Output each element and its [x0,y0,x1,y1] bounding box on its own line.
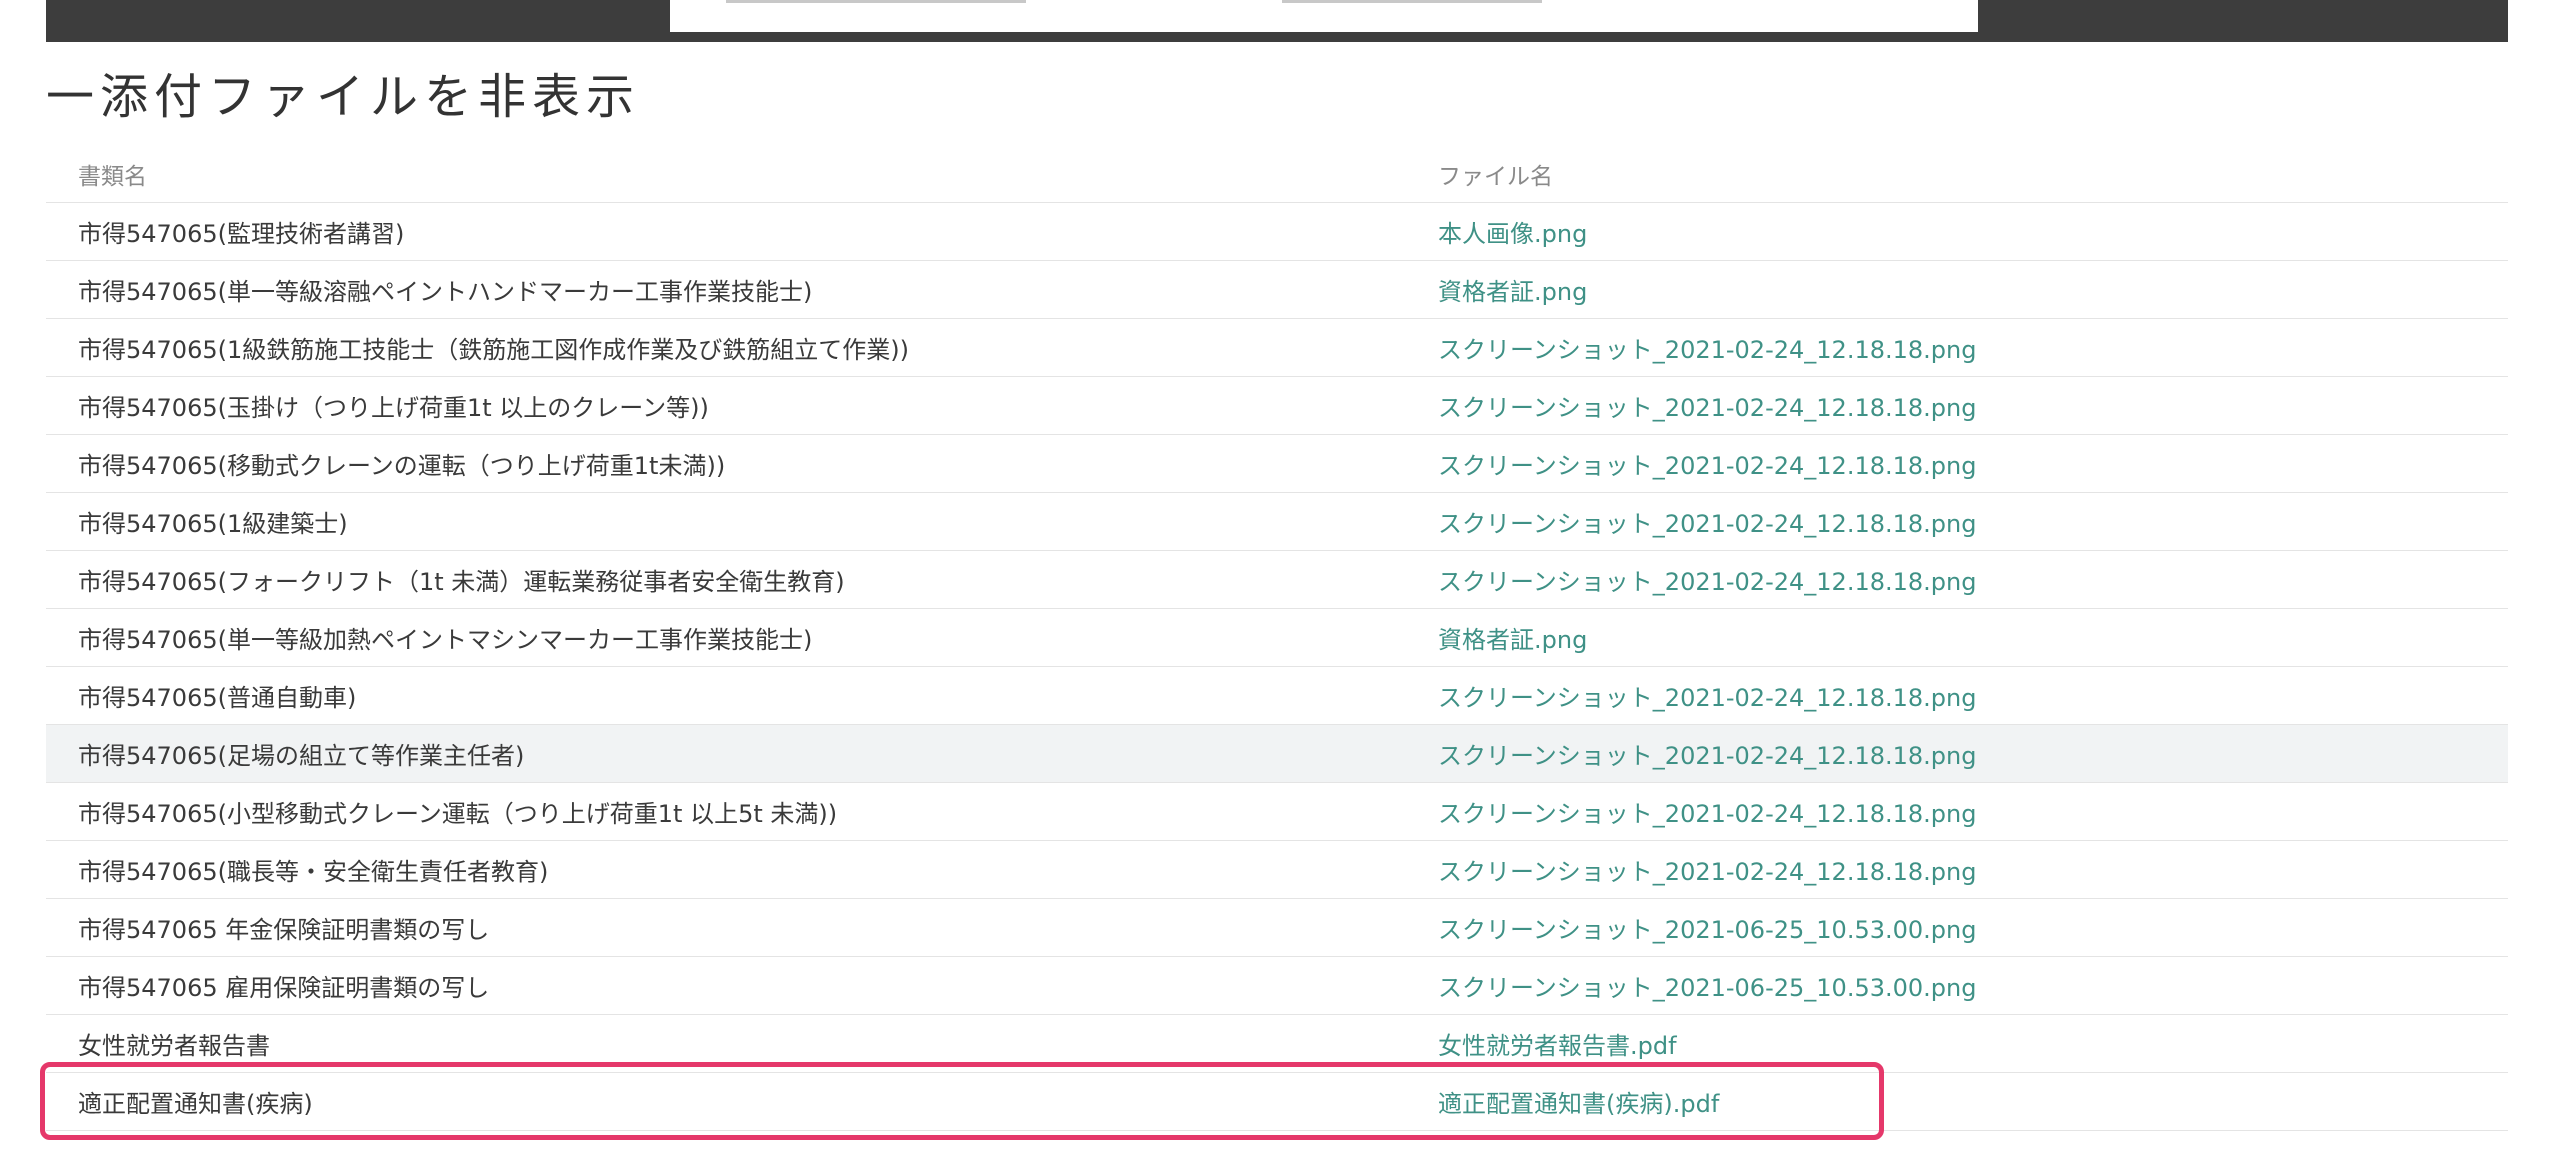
doc-type-cell: 適正配置通知書(疾病) [46,1072,1406,1131]
hide-attachments-toggle[interactable]: 一添付ファイルを非表示 [46,62,640,132]
attachments-table: 書類名 ファイル名 市得547065(監理技術者講習) 本人画像.png 市得547… [46,146,2508,1131]
file-name-cell: 資格者証.png [1406,608,2508,667]
doc-type-cell: 市得547065(移動式クレーンの運転（つり上げ荷重1t未満)) [46,434,1406,493]
preview-text-line [1282,0,1542,3]
doc-type-cell: 市得547065(小型移動式クレーン運転（つり上げ荷重1t 以上5t 未満)) [46,782,1406,841]
file-name-cell: 資格者証.png [1406,260,2508,319]
preview-text-line [726,0,1026,3]
doc-type-cell: 市得547065(普通自動車) [46,666,1406,725]
table-row: 適正配置通知書(疾病) 適正配置通知書(疾病).pdf [46,1072,2508,1131]
table-row: 市得547065(足場の組立て等作業主任者) スクリーンショット_2021-02-… [46,724,2508,783]
file-download-link[interactable]: スクリーンショット_2021-02-24_12.18.18.png [1438,684,1976,712]
file-name-cell: スクリーンショット_2021-02-24_12.18.18.png [1406,434,2508,493]
file-download-link[interactable]: スクリーンショット_2021-02-24_12.18.18.png [1438,858,1976,886]
doc-type-cell: 市得547065(フォークリフト（1t 未満）運転業務従事者安全衛生教育) [46,550,1406,609]
doc-type-cell: 市得547065(監理技術者講習) [46,202,1406,261]
table-row: 市得547065 雇用保険証明書類の写し スクリーンショット_2021-06-25… [46,956,2508,1015]
file-name-cell: スクリーンショット_2021-02-24_12.18.18.png [1406,840,2508,899]
attachments-table-body: 市得547065(監理技術者講習) 本人画像.png 市得547065(単一等級溶融… [46,202,2508,1131]
doc-type-cell: 市得547065(単一等級溶融ペイントハンドマーカー工事作業技能士) [46,260,1406,319]
file-download-link[interactable]: スクリーンショット_2021-02-24_12.18.18.png [1438,394,1976,422]
file-download-link[interactable]: 資格者証.png [1438,626,1587,654]
file-download-link[interactable]: 適正配置通知書(疾病).pdf [1438,1090,1719,1118]
doc-type-cell: 市得547065 雇用保険証明書類の写し [46,956,1406,1015]
table-row: 市得547065(単一等級加熱ペイントマシンマーカー工事作業技能士) 資格者証.p… [46,608,2508,667]
table-row: 市得547065(監理技術者講習) 本人画像.png [46,202,2508,261]
table-row: 市得547065(移動式クレーンの運転（つり上げ荷重1t未満)) スクリーンショッ… [46,434,2508,493]
file-name-cell: スクリーンショット_2021-06-25_10.53.00.png [1406,956,2508,1015]
doc-type-cell: 市得547065(玉掛け（つり上げ荷重1t 以上のクレーン等)) [46,376,1406,435]
file-download-link[interactable]: 本人画像.png [1438,220,1587,248]
file-download-link[interactable]: 女性就労者報告書.pdf [1438,1032,1677,1060]
table-row: 市得547065(普通自動車) スクリーンショット_2021-02-24_12.1… [46,666,2508,725]
table-row: 市得547065(1級建築士) スクリーンショット_2021-02-24_12.1… [46,492,2508,551]
file-name-cell: スクリーンショット_2021-02-24_12.18.18.png [1406,318,2508,377]
doc-type-cell: 市得547065(1級建築士) [46,492,1406,551]
document-preview-page [670,0,1978,32]
file-name-cell: スクリーンショット_2021-02-24_12.18.18.png [1406,724,2508,783]
doc-type-cell: 市得547065(1級鉄筋施工技能士（鉄筋施工図作成作業及び鉄筋組立て作業)) [46,318,1406,377]
file-download-link[interactable]: スクリーンショット_2021-06-25_10.53.00.png [1438,916,1976,944]
table-row: 市得547065(玉掛け（つり上げ荷重1t 以上のクレーン等)) スクリーンショッ… [46,376,2508,435]
file-name-cell: スクリーンショット_2021-02-24_12.18.18.png [1406,492,2508,551]
table-row: 市得547065(フォークリフト（1t 未満）運転業務従事者安全衛生教育) スクリ… [46,550,2508,609]
file-name-cell: スクリーンショット_2021-02-24_12.18.18.png [1406,550,2508,609]
file-name-cell: スクリーンショット_2021-06-25_10.53.00.png [1406,898,2508,957]
file-download-link[interactable]: スクリーンショット_2021-02-24_12.18.18.png [1438,336,1976,364]
doc-type-cell: 女性就労者報告書 [46,1014,1406,1073]
file-name-cell: 本人画像.png [1406,202,2508,261]
file-download-link[interactable]: スクリーンショット_2021-02-24_12.18.18.png [1438,568,1976,596]
file-name-cell: スクリーンショット_2021-02-24_12.18.18.png [1406,666,2508,725]
table-row: 市得547065 年金保険証明書類の写し スクリーンショット_2021-06-25… [46,898,2508,957]
table-header-row: 書類名 ファイル名 [46,146,2508,203]
file-download-link[interactable]: スクリーンショット_2021-02-24_12.18.18.png [1438,742,1976,770]
doc-type-cell: 市得547065 年金保険証明書類の写し [46,898,1406,957]
file-name-cell: スクリーンショット_2021-02-24_12.18.18.png [1406,376,2508,435]
file-name-cell: 適正配置通知書(疾病).pdf [1406,1072,2508,1131]
table-row: 市得547065(職長等・安全衛生責任者教育) スクリーンショット_2021-02… [46,840,2508,899]
file-download-link[interactable]: スクリーンショット_2021-02-24_12.18.18.png [1438,510,1976,538]
file-name-cell: 女性就労者報告書.pdf [1406,1014,2508,1073]
doc-type-cell: 市得547065(単一等級加熱ペイントマシンマーカー工事作業技能士) [46,608,1406,667]
file-download-link[interactable]: スクリーンショット_2021-02-24_12.18.18.png [1438,452,1976,480]
document-viewer-strip [46,0,2508,42]
table-row: 市得547065(単一等級溶融ペイントハンドマーカー工事作業技能士) 資格者証.p… [46,260,2508,319]
column-header-file-name: ファイル名 [1406,146,2508,203]
doc-type-cell: 市得547065(職長等・安全衛生責任者教育) [46,840,1406,899]
table-row: 女性就労者報告書 女性就労者報告書.pdf [46,1014,2508,1073]
file-download-link[interactable]: 資格者証.png [1438,278,1587,306]
column-header-doc-type: 書類名 [46,146,1406,203]
file-download-link[interactable]: スクリーンショット_2021-06-25_10.53.00.png [1438,974,1976,1002]
table-row: 市得547065(1級鉄筋施工技能士（鉄筋施工図作成作業及び鉄筋組立て作業)) ス… [46,318,2508,377]
doc-type-cell: 市得547065(足場の組立て等作業主任者) [46,724,1406,783]
file-name-cell: スクリーンショット_2021-02-24_12.18.18.png [1406,782,2508,841]
table-row: 市得547065(小型移動式クレーン運転（つり上げ荷重1t 以上5t 未満)) ス… [46,782,2508,841]
file-download-link[interactable]: スクリーンショット_2021-02-24_12.18.18.png [1438,800,1976,828]
